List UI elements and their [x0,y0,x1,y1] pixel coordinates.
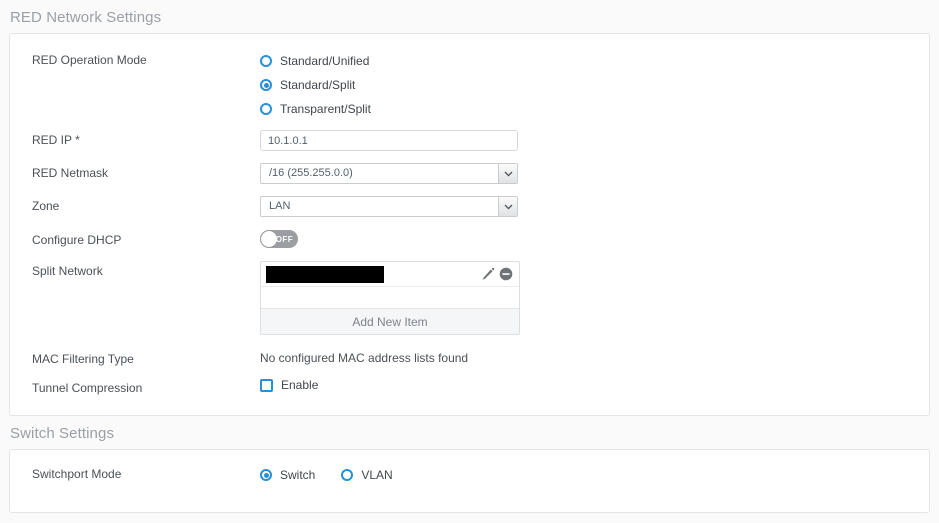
list-item[interactable] [261,262,519,287]
field-red-netmask: /16 (255.255.0.0) [260,163,929,184]
list-empty-row [261,287,519,309]
field-zone: LAN [260,196,929,217]
split-network-item-value [266,265,384,283]
field-split-network: Add New Item [260,261,929,335]
field-configure-dhcp: OFF [260,230,929,248]
radio-icon-transparent-split[interactable] [260,103,272,115]
radio-icon-switch[interactable] [260,469,272,481]
zone-select-value: LAN [269,200,291,212]
toggle-knob [261,231,277,247]
tunnel-compression-checkbox[interactable] [260,378,273,392]
radio-option-standard-unified[interactable]: Standard/Unified [260,50,929,72]
radio-option-switch[interactable]: Switch [260,464,315,486]
row-zone: Zone LAN [10,196,929,217]
radio-option-transparent-split[interactable]: Transparent/Split [260,98,929,120]
add-new-item-label: Add New Item [352,314,428,329]
split-network-listbox: Add New Item [260,261,520,335]
label-zone: Zone [32,199,60,213]
tunnel-compression-checkbox-row[interactable]: Enable [260,378,929,392]
field-red-operation-mode: Standard/Unified Standard/Split Transpar… [260,50,929,122]
field-tunnel-compression: Enable [260,378,929,392]
toggle-state-label: OFF [275,234,293,244]
label-switchport-mode: Switchport Mode [32,467,122,481]
red-network-settings-section: RED Network Settings RED Operation Mode … [0,0,939,416]
radio-label-standard-unified: Standard/Unified [280,54,370,68]
row-configure-dhcp: Configure DHCP OFF [10,230,929,248]
add-new-item-button[interactable]: Add New Item [261,309,519,334]
mac-filtering-type-value: No configured MAC address lists found [260,351,469,365]
radio-icon-standard-split[interactable] [260,79,272,91]
chevron-down-icon[interactable] [498,164,517,183]
field-mac-filtering-type: No configured MAC address lists found [260,349,929,366]
red-netmask-select[interactable]: /16 (255.255.0.0) [260,163,518,184]
label-split-network: Split Network [32,264,103,278]
pencil-icon[interactable] [481,267,495,281]
row-tunnel-compression: Tunnel Compression Enable [10,378,929,396]
red-netmask-select-value: /16 (255.255.0.0) [269,167,353,179]
row-switchport-mode: Switchport Mode Switch VLAN [10,464,929,486]
switch-settings-header: Switch Settings [10,425,115,442]
row-mac-filtering-type: MAC Filtering Type No configured MAC add… [10,349,929,367]
switch-settings-section: Switch Settings Switchport Mode Switch V… [0,416,939,513]
radio-label-vlan: VLAN [361,468,393,482]
label-red-ip: RED IP * [32,133,80,147]
radio-icon-vlan[interactable] [341,469,354,481]
label-configure-dhcp: Configure DHCP [32,233,122,247]
radio-label-standard-split: Standard/Split [280,78,356,92]
chevron-down-icon[interactable] [498,197,517,216]
row-red-operation-mode: RED Operation Mode Standard/Unified Stan… [10,50,929,122]
radio-option-vlan[interactable]: VLAN [341,464,393,486]
radio-label-transparent-split: Transparent/Split [280,102,371,116]
tunnel-compression-checkbox-label: Enable [281,378,319,392]
list-item-actions [481,267,513,281]
red-network-settings-panel: RED Operation Mode Standard/Unified Stan… [9,33,930,416]
label-mac-filtering-type: MAC Filtering Type [32,352,134,366]
label-red-operation-mode: RED Operation Mode [32,53,147,67]
zone-select[interactable]: LAN [260,196,518,217]
radio-label-switch: Switch [280,468,316,482]
configure-dhcp-toggle[interactable]: OFF [260,230,298,248]
radio-icon-standard-unified[interactable] [260,55,272,67]
red-network-settings-header: RED Network Settings [10,9,162,26]
label-red-netmask: RED Netmask [32,166,109,180]
red-ip-input[interactable] [260,130,518,151]
field-switchport-mode: Switch VLAN [260,464,929,486]
switch-settings-panel: Switchport Mode Switch VLAN [9,449,930,513]
row-red-ip: RED IP * [10,130,929,151]
switchport-mode-radio-group: Switch VLAN [260,464,929,486]
label-tunnel-compression: Tunnel Compression [32,381,143,395]
field-red-ip [260,130,929,151]
row-split-network: Split Network Add New Item [10,261,929,335]
row-red-netmask: RED Netmask /16 (255.255.0.0) [10,163,929,184]
remove-circle-icon[interactable] [499,267,513,281]
radio-option-standard-split[interactable]: Standard/Split [260,74,929,96]
